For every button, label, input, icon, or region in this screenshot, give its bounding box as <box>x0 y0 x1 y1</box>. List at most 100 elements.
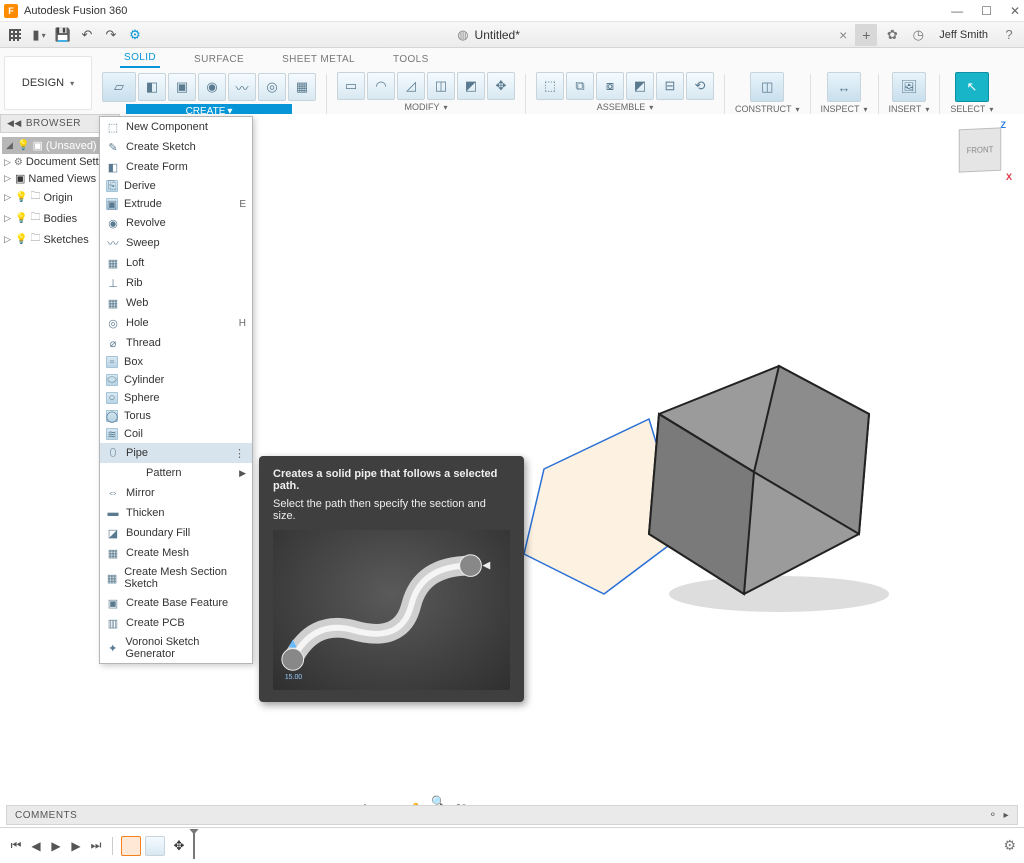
tab-surface[interactable]: SURFACE <box>190 51 248 68</box>
help-icon[interactable]: ? <box>998 24 1020 46</box>
draft-icon[interactable]: ◩ <box>457 72 485 100</box>
tab-close-button[interactable]: × <box>831 27 855 43</box>
menu-item-pattern[interactable]: Pattern▶ <box>100 463 252 483</box>
shell-icon[interactable]: ◫ <box>427 72 455 100</box>
menu-item-box[interactable]: ▫Box <box>100 353 252 371</box>
menu-item-loft[interactable]: ▦Loft <box>100 253 252 273</box>
menu-item-create-form[interactable]: ◧Create Form <box>100 157 252 177</box>
timeline-prev-button[interactable]: ◀ <box>28 838 44 854</box>
menu-item-rib[interactable]: ⊥Rib <box>100 273 252 293</box>
menu-item-boundary-fill[interactable]: ◪Boundary Fill <box>100 523 252 543</box>
sweep-icon[interactable]: 〰 <box>228 73 256 101</box>
timeline-marker[interactable] <box>193 833 195 859</box>
job-status-icon[interactable]: ◷ <box>907 24 929 46</box>
inspect-icon[interactable]: ↔ <box>827 72 861 102</box>
timeline-feature-extrude[interactable] <box>145 836 165 856</box>
fillet-icon[interactable]: ◠ <box>367 72 395 100</box>
hole-icon[interactable]: ◎ <box>258 73 286 101</box>
select-icon[interactable]: ↖ <box>955 72 989 102</box>
menu-item-create-mesh[interactable]: ▦Create Mesh <box>100 543 252 563</box>
new-component-icon[interactable]: ⬚ <box>536 72 564 100</box>
ribbon-content: ▱ ◧ ▣ ◉ 〰 ◎ ▦ CREATE ▾ ▭ ◠ ◿ ◫ ◩ <box>96 68 1024 118</box>
more-options-icon[interactable]: ⋮ <box>234 447 246 460</box>
sphere-icon: ○ <box>106 392 118 404</box>
timeline-play-button[interactable]: ▶ <box>48 838 64 854</box>
browser-collapse-icon[interactable]: ◀◀ <box>7 118 22 129</box>
tab-sheetmetal[interactable]: SHEET METAL <box>278 51 359 68</box>
construct-icon[interactable]: ◫ <box>750 72 784 102</box>
comments-expand-icon[interactable]: ▸ <box>1003 810 1009 821</box>
viewcube-face[interactable]: FRONT <box>959 127 1002 172</box>
create-mesh-section-sketch-icon: ▦ <box>106 571 118 585</box>
workspace-switcher[interactable]: DESIGN <box>4 56 92 110</box>
timeline-start-button[interactable]: ⏮ <box>8 838 24 854</box>
menu-item-create-pcb[interactable]: ▥Create PCB <box>100 613 252 633</box>
tab-tools[interactable]: TOOLS <box>389 51 433 68</box>
ribbon-label-modify[interactable]: MODIFY <box>404 102 447 112</box>
user-name[interactable]: Jeff Smith <box>933 29 994 41</box>
viewcube[interactable]: FRONT Z X <box>954 124 1008 178</box>
timeline-feature-move[interactable]: ✥ <box>169 836 189 856</box>
joint-origin-icon[interactable]: ◩ <box>626 72 654 100</box>
menu-item-sphere[interactable]: ○Sphere <box>100 389 252 407</box>
menu-item-create-base-feature[interactable]: ▣Create Base Feature <box>100 593 252 613</box>
loft-icon[interactable]: ▦ <box>288 73 316 101</box>
insert-icon[interactable]: 🖼 <box>892 72 926 102</box>
create-sketch-icon[interactable]: ▱ <box>102 72 136 102</box>
tab-solid[interactable]: SOLID <box>120 49 160 68</box>
create-form-icon[interactable]: ◧ <box>138 73 166 101</box>
menu-item-mirror[interactable]: ⇔Mirror <box>100 483 252 503</box>
redo-button[interactable]: ↷ <box>100 25 122 45</box>
rigid-group-icon[interactable]: ⊟ <box>656 72 684 100</box>
timeline-settings-icon[interactable]: ⚙ <box>1003 837 1016 854</box>
menu-item-extrude[interactable]: ▣ExtrudeE <box>100 195 252 213</box>
timeline-feature-sketch[interactable] <box>121 836 141 856</box>
extensions-button[interactable]: ⚙ <box>124 25 146 45</box>
timeline-end-button[interactable]: ⏭ <box>88 838 104 854</box>
file-menu-button[interactable]: ▮ <box>28 25 50 45</box>
menu-item-torus[interactable]: ◯Torus <box>100 407 252 425</box>
menu-item-thread[interactable]: ⌀Thread <box>100 333 252 353</box>
new-tab-button[interactable]: + <box>855 24 877 46</box>
menu-item-revolve[interactable]: ◉Revolve <box>100 213 252 233</box>
ribbon-label-insert[interactable]: INSERT <box>889 104 930 114</box>
hole-icon: ◎ <box>106 316 120 330</box>
joint-icon[interactable]: ⧉ <box>566 72 594 100</box>
menu-item-pipe[interactable]: ⬯Pipe⋮ <box>100 443 252 463</box>
motion-link-icon[interactable]: ⟲ <box>686 72 714 100</box>
chamfer-icon[interactable]: ◿ <box>397 72 425 100</box>
ribbon-label-inspect[interactable]: INSPECT <box>821 104 868 114</box>
ribbon-label-construct[interactable]: CONSTRUCT <box>735 104 800 114</box>
comments-bar[interactable]: COMMENTS ⚬▸ <box>6 805 1018 825</box>
menu-item-web[interactable]: ▦Web <box>100 293 252 313</box>
maximize-button[interactable]: ☐ <box>981 4 992 18</box>
menu-item-voronoi-sketch-generator[interactable]: ✦Voronoi Sketch Generator <box>100 633 252 663</box>
menu-item-thicken[interactable]: ▬Thicken <box>100 503 252 523</box>
menu-item-coil[interactable]: ≋Coil <box>100 425 252 443</box>
revolve-icon[interactable]: ◉ <box>198 73 226 101</box>
notifications-icon[interactable]: ✿ <box>881 24 903 46</box>
extrude-icon[interactable]: ▣ <box>168 73 196 101</box>
ribbon-label-assemble[interactable]: ASSEMBLE <box>597 102 654 112</box>
menu-item-create-sketch[interactable]: ✎Create Sketch <box>100 137 252 157</box>
menu-item-cylinder[interactable]: ⬭Cylinder <box>100 371 252 389</box>
boundary-fill-icon: ◪ <box>106 526 120 540</box>
menu-item-create-mesh-section-sketch[interactable]: ▦Create Mesh Section Sketch <box>100 563 252 593</box>
close-button[interactable]: ✕ <box>1010 4 1020 18</box>
voronoi-sketch-generator-icon: ✦ <box>106 641 119 655</box>
as-built-joint-icon[interactable]: ⧇ <box>596 72 624 100</box>
menu-item-hole[interactable]: ◎HoleH <box>100 313 252 333</box>
presspull-icon[interactable]: ▭ <box>337 72 365 100</box>
ribbon-label-select[interactable]: SELECT <box>950 104 993 114</box>
minimize-button[interactable]: — <box>951 4 963 18</box>
data-panel-button[interactable] <box>4 25 26 45</box>
document-tab[interactable]: ◍ Untitled* <box>146 27 831 43</box>
menu-item-new-component[interactable]: ⬚New Component <box>100 117 252 137</box>
comments-options-icon[interactable]: ⚬ <box>989 810 998 821</box>
timeline-next-button[interactable]: ▶ <box>68 838 84 854</box>
menu-item-derive[interactable]: ⎘Derive <box>100 177 252 195</box>
move-icon[interactable]: ✥ <box>487 72 515 100</box>
undo-button[interactable]: ↶ <box>76 25 98 45</box>
save-button[interactable]: 💾 <box>52 25 74 45</box>
menu-item-sweep[interactable]: 〰Sweep <box>100 233 252 253</box>
